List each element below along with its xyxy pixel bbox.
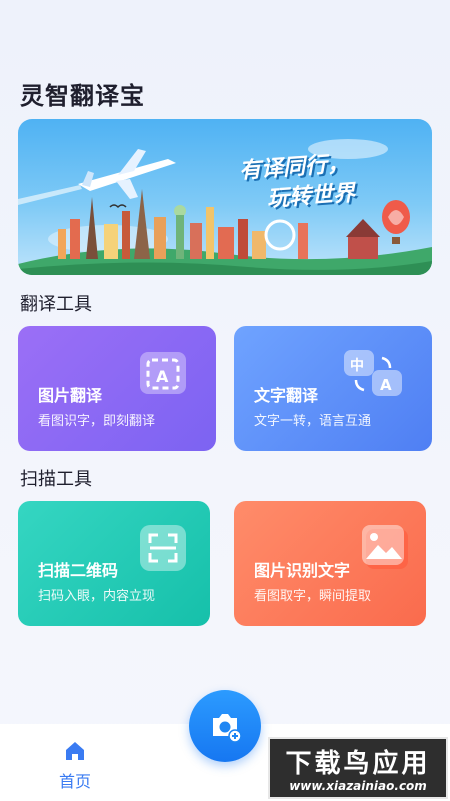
image-ocr-title: 图片识别文字 [254,561,351,580]
scan-qr-icon [136,521,190,575]
watermark-title: 下载鸟应用 [285,749,431,779]
promo-banner[interactable]: 有译同行， 玩转世界 [18,119,432,275]
image-translate-title: 图片翻译 [38,386,103,405]
banner-slogan: 有译同行， 玩转世界 [238,145,412,217]
svg-text:A: A [380,376,392,394]
camera-add-icon [213,714,242,743]
image-translate-card[interactable]: A 图片翻译 看图识字，即刻翻译 [18,326,216,451]
section-title-translate: 翻译工具 [20,294,92,315]
text-translate-card[interactable]: 中 A 文字翻译 文字一转，语言互通 [234,326,432,451]
watermark-url: www.xiazainiao.com [289,779,427,793]
text-translate-title: 文字翻译 [254,386,319,405]
nav-home-tab[interactable]: 首页 [50,738,100,793]
section-title-scan: 扫描工具 [20,469,92,490]
image-ocr-subtitle: 看图取字，瞬间提取 [254,589,372,604]
image-ocr-icon [358,521,412,575]
app-title: 灵智翻译宝 [20,82,145,110]
scan-qr-title: 扫描二维码 [38,561,119,580]
scan-qr-subtitle: 扫码入眼，内容立现 [38,589,156,604]
nav-home-label: 首页 [58,772,91,791]
watermark-badge: 下载鸟应用 www.xiazainiao.com [268,737,448,799]
airplane-icon [18,149,176,205]
image-translate-icon: A [136,346,190,400]
svg-text:A: A [156,367,169,386]
text-translate-icon: 中 A [342,346,406,400]
image-translate-subtitle: 看图识字，即刻翻译 [38,414,156,429]
image-ocr-card[interactable]: 图片识别文字 看图取字，瞬间提取 [234,501,426,626]
scan-qr-card[interactable]: 扫描二维码 扫码入眼，内容立现 [18,501,210,626]
svg-text:中: 中 [350,357,364,374]
home-icon [66,742,84,760]
camera-fab-button[interactable] [189,690,261,762]
text-translate-subtitle: 文字一转，语言互通 [254,414,372,429]
